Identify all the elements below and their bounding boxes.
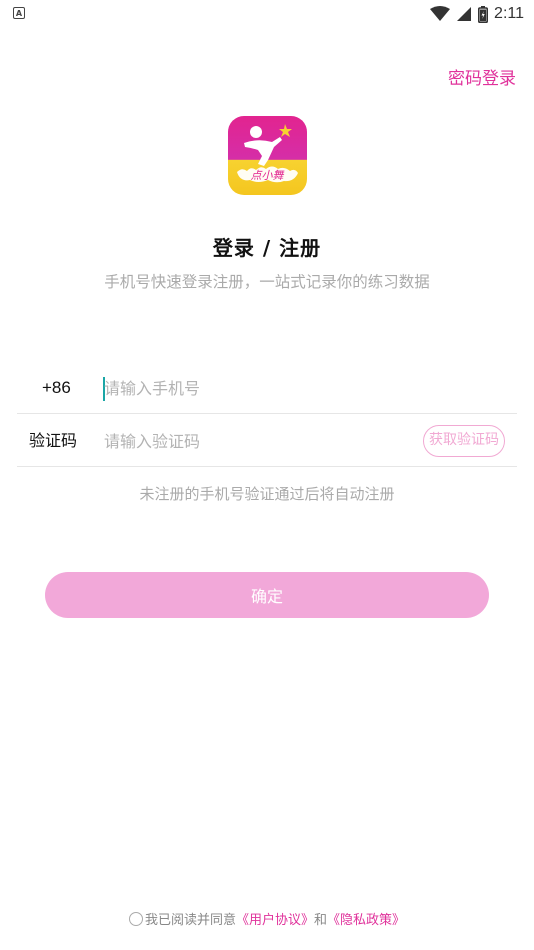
- agreement-prefix: 我已阅读并同意: [144, 913, 236, 928]
- agreement-checkbox[interactable]: [128, 911, 143, 926]
- app-logo-image: 点小舞: [228, 116, 307, 195]
- code-row: 验证码 获取验证码: [17, 415, 517, 467]
- notification-a-icon: A: [13, 7, 25, 19]
- page-subtitle: 手机号快速登录注册，一站式记录你的练习数据: [104, 273, 430, 291]
- status-time: 2:11: [494, 5, 524, 22]
- privacy-policy-link[interactable]: 《隐私政策》: [327, 909, 405, 928]
- app-logo: 点小舞: [228, 116, 307, 195]
- phone-row: +86: [17, 362, 517, 414]
- code-input[interactable]: [104, 425, 404, 457]
- status-bar: A 2:11: [0, 0, 534, 28]
- svg-text:点小舞: 点小舞: [251, 169, 285, 182]
- password-login-link[interactable]: 密码登录: [448, 64, 516, 89]
- battery-icon: [478, 5, 489, 23]
- country-code[interactable]: +86: [42, 362, 71, 414]
- code-label: 验证码: [29, 431, 78, 450]
- agreement-and: 和: [314, 913, 328, 928]
- status-icons: 2:11: [430, 4, 524, 24]
- user-agreement-link[interactable]: 《用户协议》: [236, 909, 314, 928]
- signal-icon: [457, 7, 472, 21]
- agreement-row: 我已阅读并同意 《用户协议》 和 《隐私政策》: [0, 909, 534, 928]
- page-title: 登录 / 注册: [212, 236, 322, 260]
- register-hint: 未注册的手机号验证通过后将自动注册: [139, 485, 395, 503]
- wifi-icon: [430, 6, 451, 21]
- phone-input[interactable]: [104, 372, 404, 404]
- get-code-button[interactable]: 获取验证码: [423, 425, 505, 457]
- confirm-button[interactable]: 确定: [45, 572, 489, 618]
